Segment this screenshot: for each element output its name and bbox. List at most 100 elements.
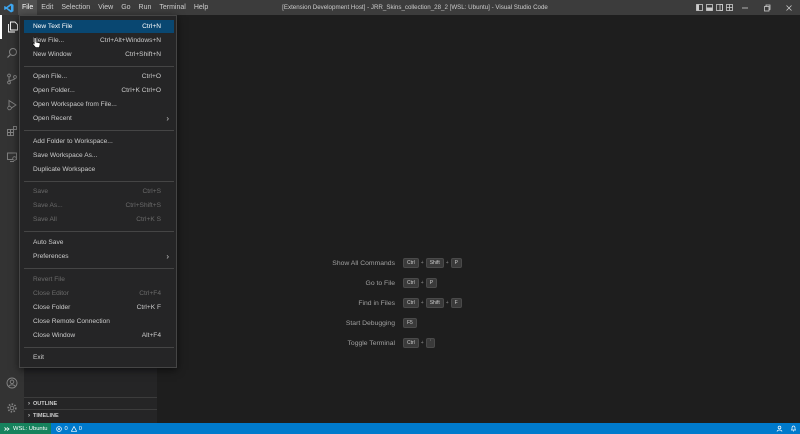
watermark-label: Show All Commands — [332, 259, 395, 267]
menu-item-shortcut: Ctrl+K Ctrl+O — [121, 87, 161, 94]
toggle-panel-icon[interactable] — [704, 0, 714, 15]
menu-item-shortcut: Ctrl+O — [141, 73, 161, 80]
chevron-right-icon: › — [166, 114, 169, 123]
toggle-secondary-sidebar-icon[interactable] — [714, 0, 724, 15]
minimize-icon[interactable] — [734, 0, 756, 15]
watermark-label: Find in Files — [358, 299, 395, 307]
status-bar-right — [772, 423, 800, 434]
menu-item-save-all[interactable]: Save All Ctrl+K S — [24, 213, 174, 226]
accounts-icon[interactable] — [0, 371, 24, 395]
key-cap: Ctrl — [403, 298, 419, 308]
menu-separator — [24, 181, 174, 182]
menu-item-new-window[interactable]: New Window Ctrl+Shift+N — [24, 48, 174, 61]
watermark-keys: Ctrl + P — [402, 278, 438, 288]
chevron-right-icon: › — [28, 412, 30, 419]
file-menu-dropdown: New Text File Ctrl+N New File... Ctrl+Alt+… — [19, 15, 177, 368]
vscode-window: File Edit Selection View Go Run Terminal… — [0, 0, 800, 434]
menu-edit[interactable]: Edit — [37, 0, 57, 15]
menu-item-save[interactable]: Save Ctrl+S — [24, 185, 174, 198]
menu-item-label: Revert File — [33, 276, 65, 283]
menu-item-label: Close Folder — [33, 304, 71, 311]
watermark-label: Toggle Terminal — [347, 339, 395, 347]
menu-go[interactable]: Go — [117, 0, 134, 15]
watermark-keys: Ctrl + ` — [402, 338, 436, 348]
watermark-keys: Ctrl + Shift + P — [402, 258, 463, 268]
menu-item-add-folder[interactable]: Add Folder to Workspace... — [24, 135, 174, 148]
toggle-sidebar-icon[interactable] — [694, 0, 704, 15]
menu-file[interactable]: File — [18, 0, 38, 15]
menu-item-close-editor[interactable]: Close Editor Ctrl+F4 — [24, 287, 174, 300]
menu-terminal[interactable]: Terminal — [155, 0, 189, 15]
key-cap: Shift — [425, 298, 444, 308]
menu-item-open-folder[interactable]: Open Folder... Ctrl+K Ctrl+O — [24, 84, 174, 97]
error-icon — [56, 425, 63, 432]
menu-item-shortcut: Ctrl+K S — [136, 216, 161, 223]
menu-separator — [24, 347, 174, 348]
menu-item-shortcut: Ctrl+S — [142, 188, 161, 195]
settings-gear-icon[interactable] — [0, 396, 24, 420]
menu-item-save-workspace-as[interactable]: Save Workspace As... — [24, 149, 174, 162]
menu-item-close-folder[interactable]: Close Folder Ctrl+K F — [24, 301, 174, 314]
watermark-row: Go to File Ctrl + P — [275, 277, 555, 289]
watermark-label: Start Debugging — [345, 319, 395, 327]
menu-item-new-file[interactable]: New File... Ctrl+Alt+Windows+N — [24, 34, 174, 47]
menu-item-auto-save[interactable]: Auto Save — [24, 236, 174, 249]
key-cap: Ctrl — [403, 258, 419, 268]
menu-view[interactable]: View — [94, 0, 117, 15]
menu-item-close-remote-connection[interactable]: Close Remote Connection — [24, 315, 174, 328]
menu-help[interactable]: Help — [190, 0, 212, 15]
menu-item-shortcut: Ctrl+Shift+S — [125, 202, 161, 209]
warning-count: 0 — [78, 425, 82, 432]
menu-item-label: Exit — [33, 354, 44, 361]
warning-icon — [70, 425, 77, 432]
key-cap: P — [425, 278, 438, 288]
key-cap: Ctrl — [403, 278, 419, 288]
watermark-keys: F5 — [402, 318, 418, 328]
editor-area — [157, 15, 800, 423]
menu-item-label: Save As... — [33, 202, 63, 209]
menu-item-open-file[interactable]: Open File... Ctrl+O — [24, 70, 174, 83]
remote-label: WSL: Ubuntu — [13, 425, 48, 432]
menu-item-label: New Text File — [33, 23, 73, 30]
menu-item-label: Duplicate Workspace — [33, 166, 96, 173]
problems-indicator[interactable]: 0 0 — [51, 425, 82, 432]
menu-selection[interactable]: Selection — [57, 0, 94, 15]
watermark-row: Toggle Terminal Ctrl + ` — [275, 337, 555, 349]
menu-item-shortcut: Ctrl+Shift+N — [125, 51, 161, 58]
menu-item-label: Save All — [33, 216, 57, 223]
error-count: 0 — [64, 425, 68, 432]
outline-section[interactable]: › OUTLINE — [24, 397, 157, 409]
watermark-row: Start Debugging F5 — [275, 317, 555, 329]
menu-item-open-recent[interactable]: Open Recent › — [24, 112, 174, 125]
menu-item-duplicate-workspace[interactable]: Duplicate Workspace — [24, 163, 174, 176]
close-icon[interactable] — [778, 0, 800, 15]
customize-layout-icon[interactable] — [724, 0, 734, 15]
menu-run[interactable]: Run — [135, 0, 156, 15]
menu-item-label: Auto Save — [33, 239, 64, 246]
vscode-logo-icon — [0, 0, 18, 15]
feedback-icon[interactable] — [772, 423, 786, 434]
menu-item-label: Add Folder to Workspace... — [33, 138, 113, 145]
menu-item-revert-file[interactable]: Revert File — [24, 273, 174, 286]
menu-item-new-text-file[interactable]: New Text File Ctrl+N — [24, 20, 174, 33]
window-title: [Extension Development Host] - JRR_Skins… — [282, 4, 548, 11]
menu-item-save-as[interactable]: Save As... Ctrl+Shift+S — [24, 199, 174, 212]
menu-item-close-window[interactable]: Close Window Alt+F4 — [24, 329, 174, 342]
menu-item-label: Open Recent — [33, 115, 72, 122]
menu-separator — [24, 231, 174, 232]
timeline-section[interactable]: › TIMELINE — [24, 409, 157, 421]
menu-item-preferences[interactable]: Preferences › — [24, 250, 174, 263]
menu-item-label: Open Folder... — [33, 87, 75, 94]
menu-separator — [24, 66, 174, 67]
window-controls — [694, 0, 800, 15]
restore-icon[interactable] — [756, 0, 778, 15]
menu-item-label: Close Editor — [33, 290, 69, 297]
remote-indicator[interactable]: WSL: Ubuntu — [0, 423, 52, 434]
chevron-right-icon: › — [28, 400, 30, 407]
menu-item-exit[interactable]: Exit — [24, 351, 174, 364]
status-bar: WSL: Ubuntu 0 0 — [0, 423, 800, 434]
bell-icon[interactable] — [786, 423, 800, 434]
key-cap: Shift — [425, 258, 444, 268]
menu-item-open-workspace[interactable]: Open Workspace from File... — [24, 98, 174, 111]
menu-item-shortcut: Ctrl+Alt+Windows+N — [99, 37, 161, 44]
